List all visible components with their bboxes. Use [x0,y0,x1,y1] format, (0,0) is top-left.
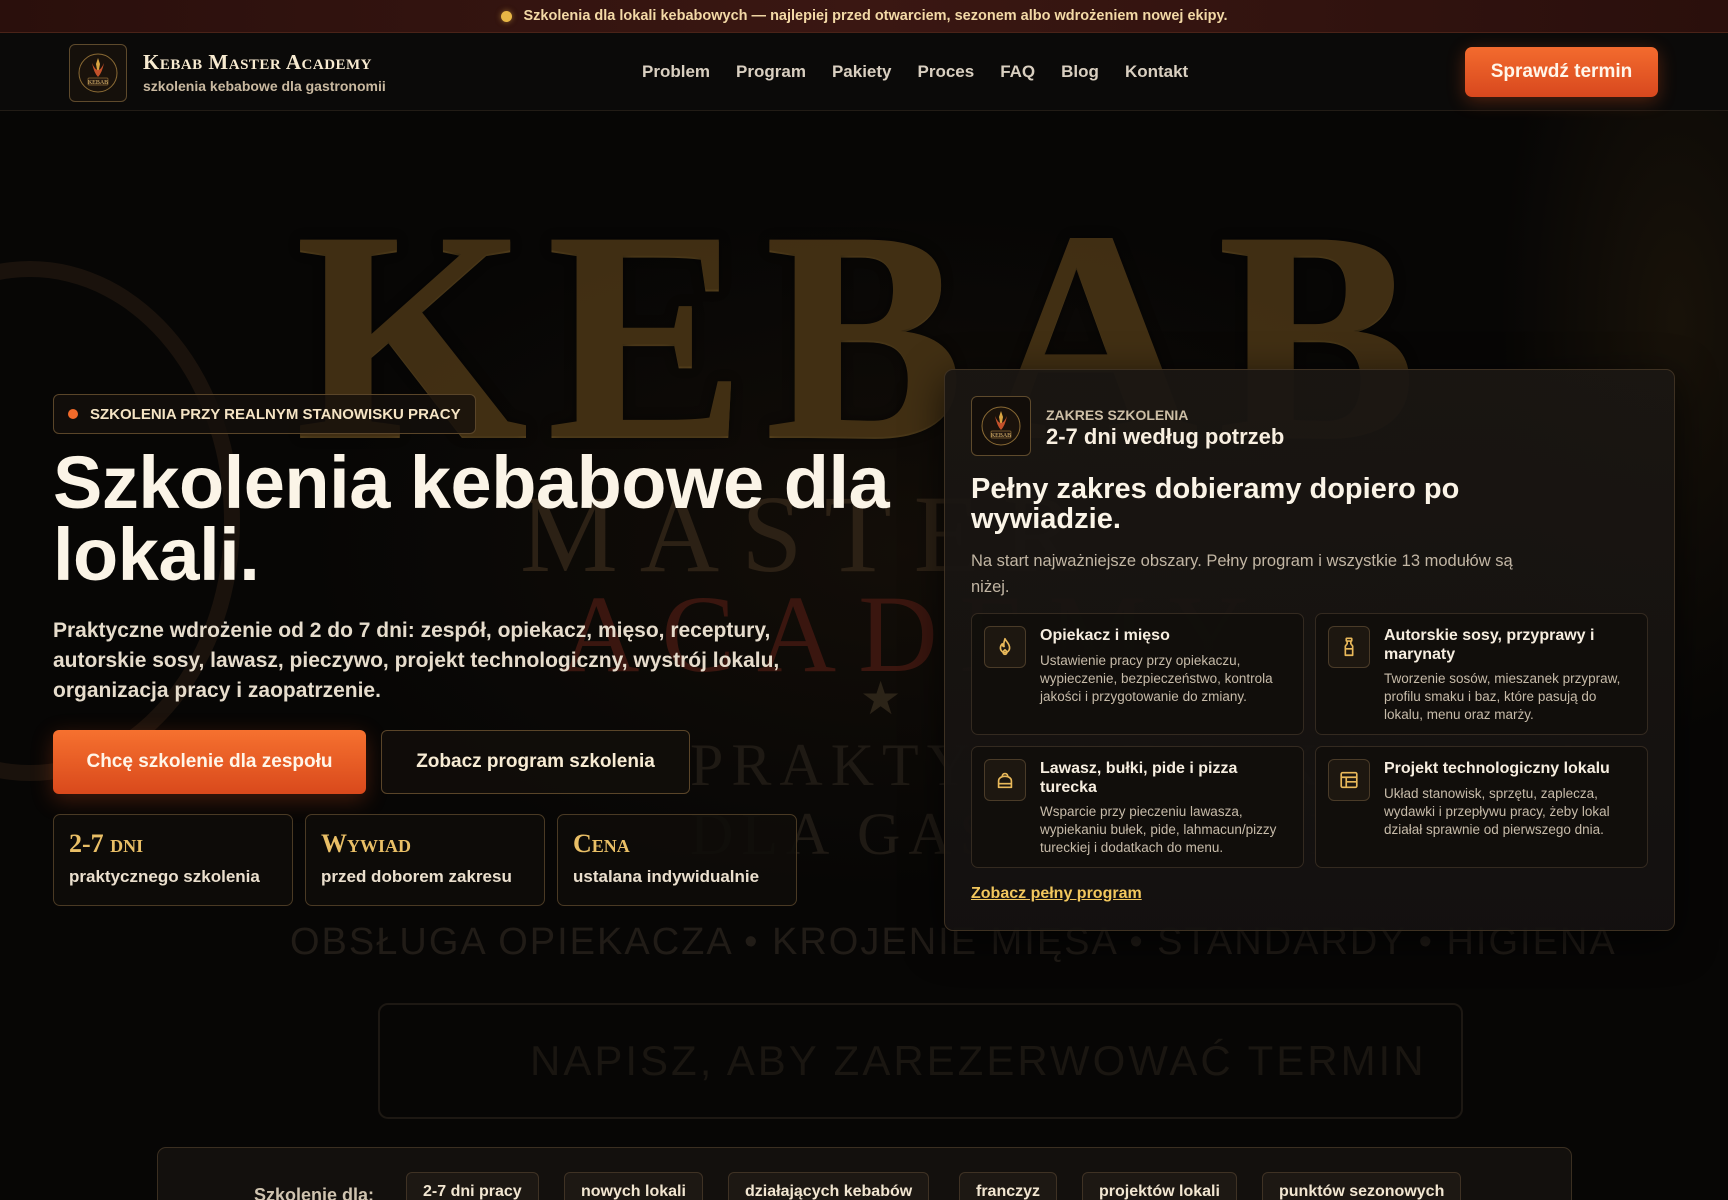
audience-label: Szkolenie dla: [254,1185,375,1200]
audience-chip[interactable]: nowych lokali [564,1172,703,1200]
kebab-logo-icon: KEBAB [78,53,118,93]
see-program-button[interactable]: Zobacz program szkolenia [381,730,690,794]
module-description: Wsparcie przy pieczeniu lawasza, wypieka… [1040,804,1277,855]
sauce-bottle-icon [1328,626,1370,668]
audience-chip[interactable]: punktów sezonowych [1262,1172,1462,1200]
full-program-link[interactable]: Zobacz pełny program [971,885,1142,903]
brand-name[interactable]: Kebab Master Academy [143,50,372,75]
module-title: Lawasz, bułki, pide i pizza turecka [1040,760,1238,796]
stat-card-price: Cena ustalana indywidualnie [557,814,797,906]
announcement-text: Szkolenia dla lokali kebabowych — najlep… [523,8,1228,24]
hero-eyebrow-text: SZKOLENIA PRZY REALNYM STANOWISKU PRACY [90,405,461,423]
announcement-bar: Szkolenia dla lokali kebabowych — najlep… [0,0,1728,33]
nav-item-faq[interactable]: FAQ [1000,62,1035,82]
stat-card-interview: Wywiad przed doborem zakresu [305,814,545,906]
flame-icon [984,626,1026,668]
card-description: Na start najważniejsze obszary. Pełny pr… [971,552,1513,596]
hero-title: Szkolenia kebabowe dla lokali. [53,441,890,596]
card-range: 2-7 dni według potrzeb [1046,424,1285,449]
hero-eyebrow: SZKOLENIA PRZY REALNYM STANOWISKU PRACY [53,394,476,434]
kebab-logo-icon: KEBAB [981,406,1021,446]
layout-plan-icon [1328,759,1370,801]
card-logo-badge: KEBAB [971,396,1031,456]
nav-item-program[interactable]: Program [736,62,806,82]
audience-chip[interactable]: franczyz [959,1172,1058,1200]
audience-chip[interactable]: 2-7 dni pracy [406,1172,539,1200]
nav-item-kontakt[interactable]: Kontakt [1125,62,1188,82]
main-nav: Problem Program Pakiety Proces FAQ Blog … [642,62,1188,82]
audience-chip[interactable]: działających kebabów [728,1172,930,1200]
module-card-sauces[interactable]: Autorskie sosy, przyprawy i marynaty Two… [1315,613,1648,735]
nav-item-pakiety[interactable]: Pakiety [832,62,892,82]
stat-value: Cena [573,829,630,858]
nav-item-proces[interactable]: Proces [918,62,975,82]
nav-item-blog[interactable]: Blog [1061,62,1099,82]
bread-icon [984,759,1026,801]
announcement-dot-icon [500,10,512,22]
module-card-grill[interactable]: Opiekacz i mięso Ustawienie pracy przy o… [971,613,1304,735]
check-date-button[interactable]: Sprawdź termin [1465,47,1658,97]
module-description: Tworzenie sosów, mieszanek przypraw, pro… [1384,671,1621,722]
stat-label: ustalana indywidualnie [573,867,760,886]
stat-label: przed doborem zakresu [321,867,512,886]
audience-chip[interactable]: projektów lokali [1082,1172,1237,1200]
svg-text:KEBAB: KEBAB [991,433,1011,439]
training-scope-card: KEBAB ZAKRES SZKOLENIA 2-7 dni według po… [944,369,1675,931]
logo-badge[interactable]: KEBAB [69,44,127,102]
eyebrow-dot-icon [68,409,78,419]
card-eyebrow: ZAKRES SZKOLENIA [1046,407,1189,423]
svg-text:KEBAB: KEBAB [88,80,108,86]
module-title: Projekt technologiczny lokalu [1384,760,1610,777]
audience-strip: Szkolenie dla: 2-7 dni pracy nowych loka… [157,1147,1572,1200]
module-description: Ustawienie pracy przy opiekaczu, wypiecz… [1040,653,1273,704]
module-card-bread[interactable]: Lawasz, bułki, pide i pizza turecka Wspa… [971,746,1304,868]
stat-label: praktycznego szkolenia [69,867,260,886]
brand-tagline: szkolenia kebabowe dla gastronomii [143,78,386,94]
module-title: Opiekacz i mięso [1040,627,1170,644]
backdrop-reserve-banner: NAPISZ, ABY ZAREZERWOWAĆ TERMIN [378,1003,1463,1119]
stat-value: 2-7 dni [69,829,144,858]
stat-card-duration: 2-7 dni praktycznego szkolenia [53,814,293,906]
site-header: KEBAB Kebab Master Academy szkolenia keb… [0,33,1728,111]
module-card-tech-project[interactable]: Projekt technologiczny lokalu Układ stan… [1315,746,1648,868]
stat-value: Wywiad [321,829,412,858]
backdrop-star-icon: ★ [860,672,902,724]
team-training-button[interactable]: Chcę szkolenie dla zespołu [53,730,366,794]
card-title: Pełny zakres dobieramy dopiero po wywiad… [971,473,1460,535]
module-title: Autorskie sosy, przyprawy i marynaty [1384,627,1595,663]
hero-lead: Praktyczne wdrożenie od 2 do 7 dni: zesp… [53,619,780,702]
module-description: Układ stanowisk, sprzętu, zaplecza, wyda… [1384,786,1610,837]
nav-item-problem[interactable]: Problem [642,62,710,82]
